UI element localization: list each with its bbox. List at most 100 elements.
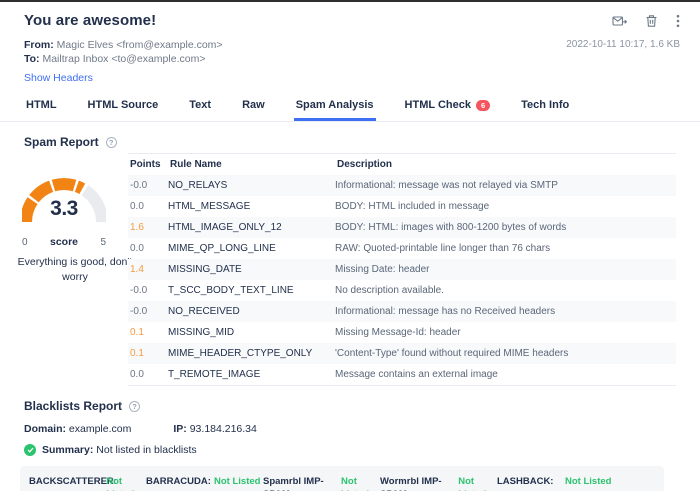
email-header: You are awesome! From: Magic Elves <from… [0, 2, 700, 86]
forward-email-icon[interactable] [612, 15, 627, 28]
rule-name: NO_RECEIVED [168, 306, 240, 317]
rule-description: Message contains an external image [335, 369, 498, 380]
spam-rule-row: -0.0 T_SCC_BODY_TEXT_LINE No description a… [128, 280, 676, 301]
blacklist-status: Not Listed [214, 476, 261, 487]
rule-description: BODY: HTML included in message [335, 201, 490, 212]
spam-rule-row: 1.4 MISSING_DATE Missing Date: header [128, 259, 676, 280]
more-actions-icon[interactable] [676, 14, 680, 28]
tab-badge: 6 [475, 99, 491, 111]
rule-points: 1.6 [130, 222, 144, 233]
spam-report-title: Spam Report [24, 135, 99, 149]
email-to: To: Mailtrap Inbox <to@example.com> [24, 53, 206, 65]
spam-report-section: Spam Report ? 3.3 0 score 5 Everything i… [18, 135, 676, 386]
rule-description: RAW: Quoted-printable line longer than 7… [335, 243, 551, 254]
tab-label: Raw [242, 99, 265, 111]
spam-rules-table-header: Points Rule Name Description [128, 154, 676, 175]
email-view-tabs: HTML HTML Source Text Raw Spam Analysis HTML … [0, 91, 700, 122]
spam-rule-row: 1.6 HTML_IMAGE_ONLY_12 BODY: HTML: images … [128, 217, 676, 238]
tab-spam-analysis[interactable]: Spam Analysis [293, 91, 376, 121]
show-headers-link[interactable]: Show Headers [24, 72, 93, 84]
rule-points: 0.0 [130, 369, 144, 380]
tab-label: Spam Analysis [295, 99, 374, 111]
blacklist-entry: BARRACUDA: Not Listed [146, 475, 263, 491]
blacklists-report-section: Blacklists Report ? Domain: example.com … [20, 399, 676, 491]
rule-name: T_REMOTE_IMAGE [168, 369, 261, 380]
column-description: Description [337, 159, 393, 170]
email-date-size: 2022-10-11 10:17, 1.6 KB [566, 39, 680, 50]
blacklist-name: Wormrbl IMP-SPAM: [380, 476, 442, 491]
email-from: From: Magic Elves <from@example.com> [24, 39, 223, 51]
tab-label: HTML Check [404, 99, 471, 111]
blacklist-entry: Spamrbl IMP-SPAM: Not Listed [263, 475, 380, 491]
rule-points: 0.1 [130, 348, 144, 359]
email-addresses: From: Magic Elves <from@example.com> To:… [24, 38, 223, 66]
blacklist-name: Spamrbl IMP-SPAM: [263, 476, 324, 491]
rule-name: HTML_IMAGE_ONLY_12 [168, 222, 282, 233]
tab-html[interactable]: HTML [24, 91, 59, 121]
tab-raw[interactable]: Raw [240, 91, 267, 121]
spam-rule-row: -0.0 NO_RECEIVED Informational: message ha… [128, 301, 676, 322]
check-circle-icon [24, 444, 36, 456]
rule-name: MISSING_DATE [168, 264, 242, 275]
spam-score-gauge: 3.3 0 score 5 Everything is good, don't … [18, 153, 132, 386]
rule-description: Informational: message was not relayed v… [335, 180, 558, 191]
rule-points: 0.0 [130, 201, 144, 212]
blacklists-panel: BACKSCATTERER:Not ListedBARRACUDA:Not Li… [20, 466, 664, 491]
blacklist-entry: Wormrbl IMP-SPAM: Not Listed [380, 475, 497, 491]
rule-description: Missing Message-Id: header [335, 327, 461, 338]
tab-label: Text [189, 99, 212, 111]
rule-name: MIME_HEADER_CTYPE_ONLY [168, 348, 313, 359]
rule-name: HTML_MESSAGE [168, 201, 251, 212]
rule-name: MISSING_MID [168, 327, 235, 338]
rule-points: 0.0 [130, 243, 144, 254]
blacklist-name: LASHBACK: [497, 476, 554, 487]
rule-description: BODY: HTML: images with 800-1200 bytes o… [335, 222, 567, 233]
blacklists-report-help-icon[interactable]: ? [129, 400, 141, 412]
rule-points: 0.1 [130, 327, 144, 338]
tab-html-source[interactable]: HTML Source [86, 91, 161, 121]
blacklist-status: Not Listed [341, 476, 369, 491]
spam-rules-table: Points Rule Name Description -0.0 NO_RELA… [128, 153, 676, 386]
spam-report-help-icon[interactable]: ? [105, 136, 117, 148]
rule-name: NO_RELAYS [168, 180, 228, 191]
delete-icon[interactable] [645, 14, 658, 28]
blacklist-status: Not Listed [106, 476, 134, 491]
rule-name: MIME_QP_LONG_LINE [168, 243, 276, 254]
gauge-min-label: 0 [22, 237, 28, 248]
email-view-page: You are awesome! From: Magic Elves <from… [0, 0, 700, 491]
spam-score-message: Everything is good, don't worry [17, 256, 133, 283]
blacklist-domain: Domain: example.com [24, 423, 132, 435]
email-subject: You are awesome! [24, 12, 157, 29]
email-actions [612, 12, 684, 28]
blacklist-name: BARRACUDA: [146, 476, 211, 487]
blacklists-report-title: Blacklists Report [24, 399, 123, 413]
spam-rule-row: 0.1 MIME_HEADER_CTYPE_ONLY 'Content-Type' … [128, 343, 676, 364]
rule-description: 'Content-Type' found without required MI… [335, 348, 569, 359]
rule-description: No description available. [335, 285, 444, 296]
spam-rule-row: 0.0 HTML_MESSAGE BODY: HTML included in me… [128, 196, 676, 217]
blacklist-name: BACKSCATTERER: [29, 476, 117, 487]
spam-rule-row: -0.0 NO_RELAYS Informational: message was … [128, 175, 676, 196]
blacklist-ip: IP: 93.184.216.34 [173, 423, 257, 435]
tab-tech-info[interactable]: Tech Info [519, 91, 571, 121]
rule-description: Missing Date: header [335, 264, 430, 275]
tab-label: HTML [26, 99, 57, 111]
rule-name: T_SCC_BODY_TEXT_LINE [168, 285, 294, 296]
blacklist-summary: Summary: Not listed in blacklists [24, 444, 676, 456]
column-rule-name: Rule Name [170, 159, 222, 170]
tab-label: Tech Info [521, 99, 570, 111]
tab-html-check[interactable]: HTML Check 6 [403, 91, 493, 121]
rule-description: Informational: message has no Received h… [335, 306, 556, 317]
spam-rule-row: 0.0 MIME_QP_LONG_LINE RAW: Quoted-printabl… [128, 238, 676, 259]
rule-points: -0.0 [130, 285, 148, 296]
rule-points: -0.0 [130, 306, 148, 317]
rule-points: 1.4 [130, 264, 144, 275]
tab-text[interactable]: Text [187, 91, 213, 121]
blacklist-status: Not Listed [458, 476, 486, 491]
spam-rule-row: 0.0 T_REMOTE_IMAGE Message contains an ext… [128, 364, 676, 385]
blacklist-status: Not Listed [565, 476, 612, 487]
column-points: Points [130, 159, 161, 170]
rule-points: -0.0 [130, 180, 148, 191]
spam-score-value: 3.3 [50, 197, 78, 220]
spam-rule-row: 0.1 MISSING_MID Missing Message-Id: header [128, 322, 676, 343]
